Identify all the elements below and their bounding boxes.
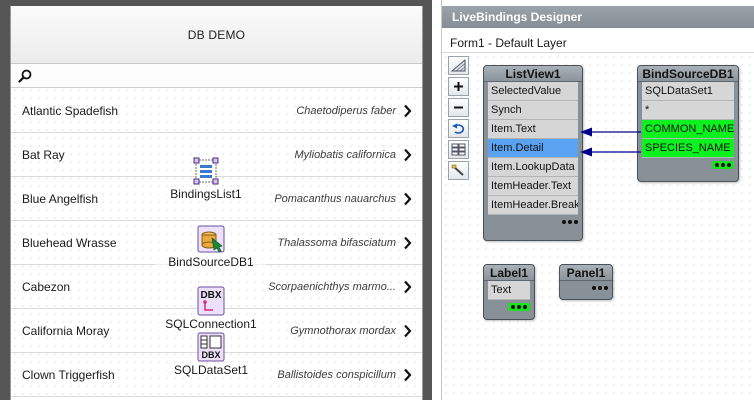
form-canvas[interactable]: DB DEMO Atlantic Spadefish Chaetodiperus…: [10, 6, 423, 400]
item-text: Clown Triggerfish: [22, 368, 115, 382]
field-sqldataset1[interactable]: SQLDataSet1: [642, 82, 734, 101]
chevron-right-icon[interactable]: [403, 368, 412, 382]
search-icon: [18, 69, 32, 83]
zoom-out-button[interactable]: [448, 98, 469, 117]
dbx-dataset-icon: DBX: [197, 332, 225, 362]
component-bindingslist[interactable]: BindingsList1: [151, 156, 261, 201]
search-box[interactable]: [11, 64, 422, 88]
more-icon[interactable]: [508, 303, 530, 311]
form-toolbar[interactable]: DB DEMO: [11, 6, 422, 64]
item-text: Blue Angelfish: [22, 192, 99, 206]
more-icon[interactable]: [562, 220, 578, 224]
undo-layout-button[interactable]: [448, 119, 469, 138]
chevron-right-icon[interactable]: [403, 324, 412, 338]
search-input[interactable]: [35, 66, 405, 85]
item-detail: Pomacanthus nauarchus: [274, 193, 396, 205]
field-item-detail[interactable]: Item.Detail: [488, 139, 578, 158]
item-detail: Gymnothorax mordax: [290, 325, 396, 337]
node-footer: [638, 158, 738, 174]
node-footer: [560, 281, 612, 297]
item-text: Atlantic Spadefish: [22, 104, 119, 118]
node-title: BindSourceDB1: [638, 66, 738, 82]
field-selectedvalue[interactable]: SelectedValue: [488, 82, 578, 101]
node-title: Label1: [484, 265, 534, 281]
svg-text:DBX: DBX: [201, 350, 220, 360]
wizard-button[interactable]: [448, 161, 469, 180]
bind-source-icon: [197, 225, 225, 253]
field-species-name[interactable]: SPECIES_NAME: [642, 139, 734, 158]
component-label: BindSourceDB1: [156, 255, 266, 269]
component-label: SQLDataSet1: [156, 363, 266, 377]
node-listview1[interactable]: ListView1 SelectedValue Synch Item.Text …: [483, 65, 583, 241]
item-detail: Scorpaenichthys marmo...: [268, 281, 396, 293]
grid-button[interactable]: [448, 56, 469, 75]
zoom-in-icon: [454, 82, 463, 91]
component-bindsource[interactable]: BindSourceDB1: [156, 224, 266, 269]
field-item-lookupdata[interactable]: Item.LookupData: [488, 158, 578, 177]
wizard-icon: [451, 164, 464, 176]
chevron-right-icon[interactable]: [403, 192, 412, 206]
form-designer-area: DB DEMO Atlantic Spadefish Chaetodiperus…: [0, 0, 432, 400]
designer-toolbar: [448, 56, 470, 182]
chevron-right-icon[interactable]: [403, 280, 412, 294]
component-label: SQLConnection1: [156, 317, 266, 331]
list-item[interactable]: Atlantic Spadefish Chaetodiperus faber: [11, 89, 422, 133]
bindings-list-icon: [193, 157, 219, 185]
field-common-name[interactable]: COMMON_NAME: [642, 120, 734, 139]
item-detail: Ballistoides conspicillum: [277, 369, 396, 381]
node-title: ListView1: [484, 66, 582, 82]
item-text: Cabezon: [22, 280, 71, 294]
chevron-right-icon[interactable]: [403, 148, 412, 162]
layer-selector[interactable]: Form1 - Default Layer: [450, 36, 567, 50]
field-item-text[interactable]: Item.Text: [488, 120, 578, 139]
grid-icon: [451, 59, 466, 72]
node-bindsourcedb1[interactable]: BindSourceDB1 SQLDataSet1 * COMMON_NAME …: [637, 65, 739, 182]
layers-icon: [451, 143, 466, 156]
item-text: Bat Ray: [22, 148, 65, 162]
field-itemheader-text[interactable]: ItemHeader.Text: [488, 177, 578, 196]
zoom-in-button[interactable]: [448, 77, 469, 96]
component-sqlconnection[interactable]: DBX SQLConnection1: [156, 286, 266, 331]
node-panel1[interactable]: Panel1: [559, 264, 613, 300]
component-label: BindingsList1: [151, 187, 261, 201]
designer-title: LiveBindings Designer: [452, 10, 583, 24]
component-sqldataset[interactable]: DBX SQLDataSet1: [156, 332, 266, 377]
dbx-connection-icon: DBX: [197, 286, 225, 316]
field-all[interactable]: *: [642, 101, 734, 120]
node-label1[interactable]: Label1 Text: [483, 264, 535, 320]
zoom-out-icon: [454, 106, 463, 109]
item-detail: Chaetodiperus faber: [296, 105, 396, 117]
node-title: Panel1: [560, 265, 612, 281]
item-detail: Thalassoma bifasciatum: [277, 237, 396, 249]
field-synch[interactable]: Synch: [488, 101, 578, 120]
item-text: Bluehead Wrasse: [22, 236, 117, 250]
more-icon[interactable]: [592, 286, 608, 290]
chevron-right-icon[interactable]: [403, 104, 412, 118]
field-itemheader-break[interactable]: ItemHeader.Break: [488, 196, 578, 215]
node-footer: [484, 215, 582, 231]
svg-text:DBX: DBX: [200, 290, 221, 301]
designer-header: LiveBindings Designer: [442, 6, 754, 28]
field-text[interactable]: Text: [488, 281, 530, 300]
undo-layout-icon: [452, 123, 465, 134]
item-detail: Myliobatis californica: [294, 149, 396, 161]
more-icon[interactable]: [712, 161, 734, 169]
form-title: DB DEMO: [187, 27, 246, 42]
livebindings-designer: LiveBindings Designer Form1 - Default La…: [441, 0, 754, 400]
node-footer: [484, 300, 534, 316]
item-text: California Moray: [22, 324, 110, 338]
chevron-right-icon[interactable]: [403, 236, 412, 250]
layers-button[interactable]: [448, 140, 469, 159]
